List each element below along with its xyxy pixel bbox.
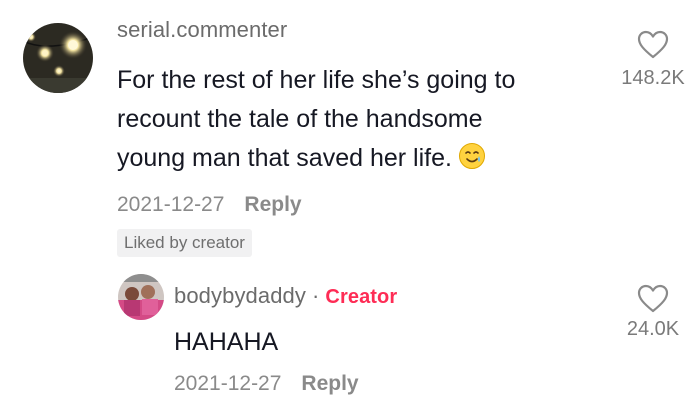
- liked-by-creator-badge: Liked by creator: [117, 229, 252, 257]
- creator-label: Creator: [325, 286, 398, 308]
- creator-avatar[interactable]: [118, 274, 164, 320]
- creator-username[interactable]: bodybydaddy: [174, 283, 306, 308]
- string-lights-photo: [23, 23, 93, 93]
- comment-line: recount the tale of the handsome: [117, 105, 483, 133]
- reply-header: bodybydaddy · Creator: [174, 283, 397, 309]
- comment-line: For the rest of her life she’s going to: [117, 66, 516, 94]
- commenter-avatar[interactable]: [23, 23, 93, 93]
- comment-text: For the rest of her life she’s going to …: [117, 61, 587, 182]
- reply-meta: 2021-12-27 Reply: [174, 372, 359, 396]
- comment-date: 2021-12-27: [117, 193, 225, 216]
- reply-button[interactable]: Reply: [244, 193, 301, 216]
- reply-button[interactable]: Reply: [301, 372, 358, 395]
- creator-photo: [118, 274, 164, 320]
- like-heart-icon[interactable]: [637, 284, 669, 319]
- commenter-username[interactable]: serial.commenter: [117, 17, 287, 43]
- reply-text: HAHAHA: [174, 328, 279, 356]
- separator-dot: ·: [311, 283, 320, 308]
- like-heart-icon[interactable]: [637, 30, 669, 65]
- like-count: 24.0K: [626, 318, 680, 340]
- comment-line: young man that saved her life.: [117, 139, 587, 182]
- like-count: 148.2K: [621, 67, 685, 89]
- smiling-face-with-tear-icon: [458, 142, 486, 182]
- comment-meta: 2021-12-27 Reply: [117, 193, 302, 217]
- reply-date: 2021-12-27: [174, 372, 282, 395]
